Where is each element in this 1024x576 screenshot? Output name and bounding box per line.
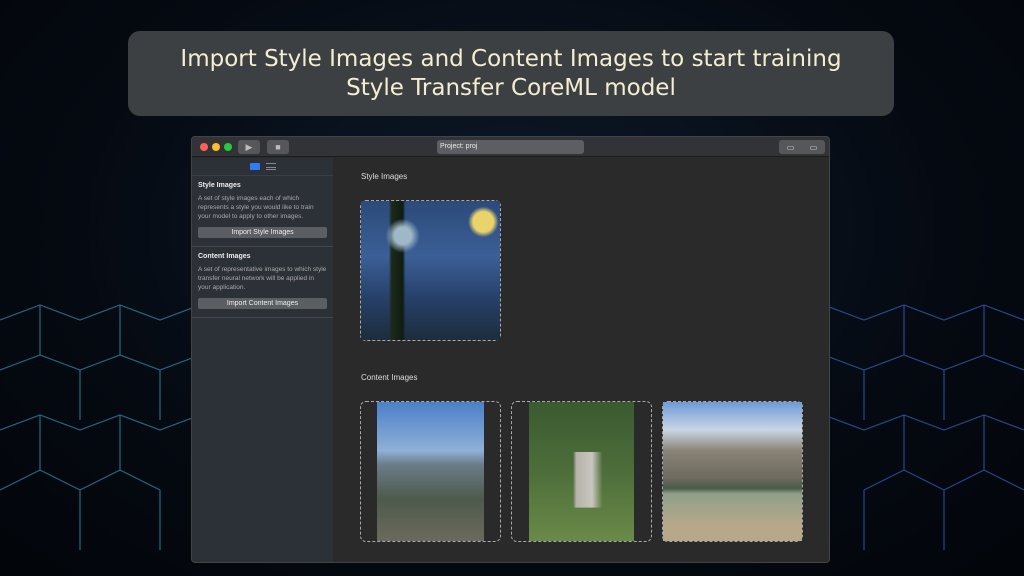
banner-line-2: Style Transfer CoreML model bbox=[128, 74, 894, 103]
content-images-section: Content Images A set of representative i… bbox=[192, 247, 333, 318]
style-images-label: Style Images bbox=[361, 172, 407, 181]
section-title: Style Images bbox=[198, 182, 327, 189]
content-image-well[interactable] bbox=[511, 401, 652, 542]
project-field[interactable]: Project: proj bbox=[437, 140, 584, 154]
section-description: A set of style images each of which repr… bbox=[198, 194, 327, 221]
instruction-banner: Import Style Images and Content Images t… bbox=[128, 31, 894, 116]
import-content-images-button[interactable]: Import Content Images bbox=[198, 298, 327, 309]
section-description: A set of representative images to which … bbox=[198, 265, 327, 292]
content-image-well[interactable] bbox=[360, 401, 501, 542]
section-title: Content Images bbox=[198, 253, 327, 260]
image-icon[interactable] bbox=[250, 163, 260, 170]
bottom-panel-toggle-icon[interactable]: ▭ bbox=[810, 143, 818, 152]
hexagon-network-decoration bbox=[824, 170, 1024, 576]
style-images-section: Style Images A set of style images each … bbox=[192, 176, 333, 247]
tree-path-photo bbox=[529, 402, 634, 541]
hexagon-network-decoration bbox=[0, 170, 200, 576]
content-image-well[interactable] bbox=[662, 401, 803, 542]
minimize-button[interactable] bbox=[212, 143, 220, 151]
play-button[interactable]: ▶ bbox=[238, 140, 260, 154]
toolbar: ▶ ■ Project: proj ▭ ▭ bbox=[192, 137, 829, 157]
close-button[interactable] bbox=[200, 143, 208, 151]
stop-button[interactable]: ■ bbox=[267, 140, 289, 154]
banner-line-1: Import Style Images and Content Images t… bbox=[128, 45, 894, 74]
mountain-lake-photo bbox=[663, 402, 802, 541]
zoom-button[interactable] bbox=[224, 143, 232, 151]
view-toggle: ▭ ▭ bbox=[779, 140, 825, 154]
starry-night-image bbox=[361, 201, 500, 340]
list-icon[interactable] bbox=[266, 163, 276, 170]
app-window: ▶ ■ Project: proj ▭ ▭ Style Images A set… bbox=[191, 136, 830, 563]
style-image-well[interactable] bbox=[360, 200, 501, 341]
content-images-label: Content Images bbox=[361, 373, 417, 382]
sidebar-tabs bbox=[192, 158, 333, 176]
sidebar: Style Images A set of style images each … bbox=[192, 158, 333, 562]
main-panel: Style Images Content Images bbox=[333, 158, 829, 562]
sidebar-toggle-icon[interactable]: ▭ bbox=[787, 143, 795, 152]
import-style-images-button[interactable]: Import Style Images bbox=[198, 227, 327, 238]
aerial-photo bbox=[377, 402, 484, 541]
